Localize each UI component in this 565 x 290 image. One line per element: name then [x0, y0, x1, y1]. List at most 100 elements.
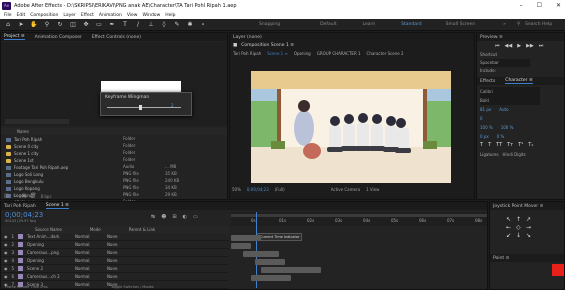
motion-blur-icon[interactable]: ◐ — [183, 214, 187, 220]
new-comp-icon[interactable]: ▣ — [21, 193, 26, 199]
visibility-eye-icon[interactable]: ◉ — [4, 274, 8, 279]
breadcrumb-group-character[interactable]: GROUP CHARACTER 1 — [317, 51, 361, 56]
menu-effect[interactable]: Effect — [81, 13, 94, 18]
tab-tari-poh-ripah[interactable]: Tari Poh Ripah — [4, 204, 36, 209]
pen-tool-icon[interactable]: ✒ — [108, 21, 116, 28]
workspace-learn[interactable]: Learn — [363, 22, 376, 27]
project-search-bar[interactable] — [5, 119, 69, 124]
menu-animation[interactable]: Animation — [99, 13, 122, 18]
search-icon[interactable]: ⚲ — [517, 22, 520, 27]
minimize-button[interactable]: – — [520, 2, 523, 9]
tab-effect-controls[interactable]: Effect Controls (none) — [92, 35, 141, 40]
visibility-eye-icon[interactable]: ◉ — [4, 242, 8, 247]
menu-help[interactable]: Help — [165, 13, 175, 18]
breadcrumb-opening[interactable]: Opening — [294, 51, 311, 56]
clone-stamp-icon[interactable]: ⊥ — [147, 21, 155, 28]
work-area-bar[interactable] — [231, 214, 487, 217]
next-frame-icon[interactable]: ▶▶ — [526, 43, 534, 49]
layer-bar[interactable] — [251, 275, 291, 281]
center-point-icon[interactable]: ◇ — [516, 224, 525, 231]
search-help-field[interactable]: Search Help — [525, 22, 552, 27]
magnification-dropdown[interactable]: 50% — [232, 187, 241, 192]
type-tool-icon[interactable]: T — [121, 21, 129, 28]
menu-composition[interactable]: Composition — [30, 13, 58, 18]
font-size-field[interactable]: 81 px — [480, 105, 491, 114]
font-family-dropdown[interactable]: Calibri — [480, 87, 540, 96]
resolution-dropdown[interactable]: (Full) — [275, 187, 285, 192]
tab-character[interactable]: Character ≡ — [505, 78, 533, 84]
table-row[interactable]: ◉ 1 Text Anim...dark Normal None — [1, 233, 229, 241]
axis-icon[interactable]: ⋆ — [199, 21, 207, 28]
parent-link-header[interactable]: Parent & Link — [129, 227, 156, 232]
trash-icon[interactable]: 🗑 — [30, 193, 36, 199]
table-row[interactable]: ◉ 6 Cameraus...ch 2 Normal None — [1, 273, 229, 281]
zoom-tool-icon[interactable]: ⚲ — [43, 21, 51, 28]
pan-behind-tool-icon[interactable]: ✥ — [82, 21, 90, 28]
workspace-standard[interactable]: Standard — [401, 22, 421, 27]
vertical-scale-field[interactable]: 100 % — [480, 123, 493, 132]
table-row[interactable]: ◉ 5 Scene 2 Normal None — [1, 265, 229, 273]
frame-blending-icon[interactable]: ⊞ — [172, 214, 176, 220]
layer-bar[interactable] — [231, 243, 251, 249]
tab-animation-composer[interactable]: Animation Composer — [35, 35, 82, 40]
roto-brush-icon[interactable]: ✎ — [173, 21, 181, 28]
subscript-button[interactable]: T₁ — [528, 141, 533, 150]
wiggler-slider-handle[interactable] — [139, 105, 142, 110]
arrow-up-left-icon[interactable]: ↖ — [506, 216, 515, 223]
camera-tool-icon[interactable]: ◫ — [69, 21, 77, 28]
first-frame-icon[interactable]: ⏮ — [495, 43, 500, 49]
visibility-eye-icon[interactable]: ◉ — [4, 266, 8, 271]
arrow-up-right-icon[interactable]: ↗ — [526, 216, 535, 223]
shy-icon[interactable]: ☻ — [161, 214, 166, 220]
small-caps-button[interactable]: Tт — [507, 141, 513, 150]
rotate-tool-icon[interactable]: ↻ — [56, 21, 64, 28]
layer-bar[interactable] — [261, 267, 321, 273]
selection-tool-icon[interactable]: ➤ — [17, 21, 25, 28]
prev-frame-icon[interactable]: ◀◀ — [505, 43, 513, 49]
maximize-button[interactable]: ☐ — [537, 2, 542, 9]
arrow-down-right-icon[interactable]: ↘ — [526, 232, 535, 239]
tab-layer[interactable]: Layer (none) — [233, 35, 262, 40]
active-camera-dropdown[interactable]: Active Camera — [331, 187, 360, 192]
layer-bar[interactable] — [231, 235, 261, 241]
baseline-shift-field[interactable]: 0 px — [480, 132, 489, 141]
horizontal-scale-field[interactable]: 100 % — [501, 123, 514, 132]
source-name-header[interactable]: Source Name — [35, 227, 62, 232]
composition-viewer[interactable] — [251, 71, 451, 183]
menu-layer[interactable]: Layer — [63, 13, 76, 18]
visibility-eye-icon[interactable]: ◉ — [4, 250, 8, 255]
menu-file[interactable]: File — [4, 13, 12, 18]
tab-project[interactable]: Project ≡ — [4, 34, 25, 40]
graph-editor-icon[interactable]: ▭ — [193, 214, 198, 220]
brush-tool-icon[interactable]: / — [134, 21, 142, 28]
tab-composition[interactable]: Composition Scene 1 ≡ — [241, 43, 294, 48]
time-ruler[interactable]: 0s 01s 02s 03s 04s 05s 06s 07s 08s — [231, 212, 487, 226]
tab-scene-1[interactable]: Scene 1 ≡ — [45, 203, 69, 209]
table-row[interactable]: ◉ 2 Opening Normal None — [1, 241, 229, 249]
tsume-field[interactable]: 0 % — [497, 132, 505, 141]
layer-bar[interactable] — [243, 251, 279, 257]
menu-edit[interactable]: Edit — [17, 13, 26, 18]
ligatures-checkbox[interactable]: Ligatures — [480, 150, 499, 159]
breadcrumb-scene-1[interactable]: Scene 1 ≡ — [267, 51, 288, 56]
tracking-field[interactable]: 0 — [480, 114, 483, 123]
play-icon[interactable]: ▶ — [517, 43, 521, 49]
faux-italic-button[interactable]: T — [488, 141, 491, 150]
breadcrumb-tari-poh-ripah[interactable]: Tari Poh Ripah — [233, 51, 261, 56]
layer-bar[interactable] — [255, 259, 285, 265]
arrow-left-icon[interactable]: ← — [506, 224, 515, 231]
mode-header[interactable]: Mode — [90, 227, 101, 232]
rectangle-tool-icon[interactable]: ▭ — [95, 21, 103, 28]
eraser-tool-icon[interactable]: ◊ — [160, 21, 168, 28]
menu-window[interactable]: Window — [143, 13, 161, 18]
draft-3d-icon[interactable]: ↹ — [151, 214, 155, 220]
arrow-down-left-icon[interactable]: ↙ — [506, 232, 515, 239]
workspace-overflow-icon[interactable]: » — [503, 22, 506, 27]
tab-point[interactable]: Point ≡ — [490, 254, 564, 262]
superscript-button[interactable]: T¹ — [518, 141, 523, 150]
name-column-header[interactable]: Name — [17, 129, 29, 134]
font-style-dropdown[interactable]: Bold — [480, 96, 540, 105]
wiggler-slider-track[interactable] — [107, 107, 181, 108]
views-dropdown[interactable]: 1 View — [366, 187, 379, 192]
visibility-eye-icon[interactable]: ◉ — [4, 234, 8, 239]
